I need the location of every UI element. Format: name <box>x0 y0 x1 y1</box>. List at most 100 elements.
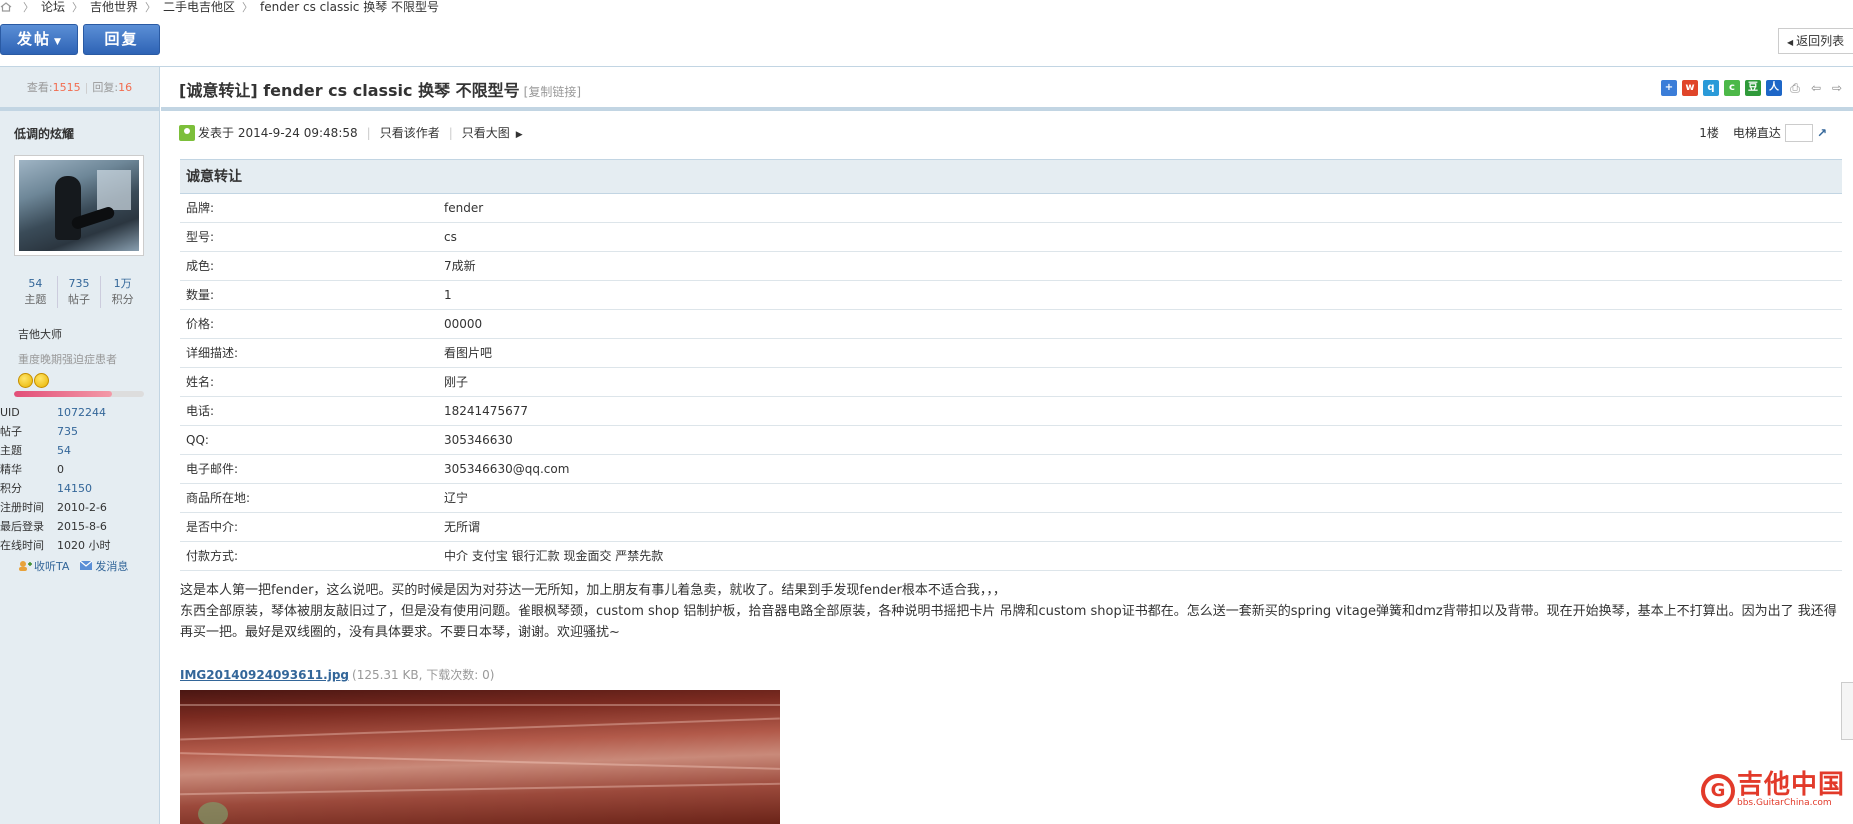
info-key: UID <box>0 406 20 419</box>
author-actions: 收听TA 发消息 <box>0 555 159 574</box>
trade-row: 付款方式: 中介 支付宝 银行汇款 现金面交 严禁先款 <box>180 542 1842 571</box>
back-to-list-label: 返回列表 <box>1796 34 1845 48</box>
trade-value: 00000 <box>444 317 483 331</box>
trade-value: 305346630 <box>444 433 513 447</box>
trade-row: 详细描述: 看图片吧 <box>180 339 1842 368</box>
share-weibo-icon[interactable]: w <box>1682 80 1698 96</box>
home-icon[interactable] <box>0 2 12 12</box>
watermark-url: bbs.GuitarChina.com <box>1736 798 1832 808</box>
trade-key: 数量: <box>186 288 215 302</box>
new-post-button[interactable]: 发帖 ▼ <box>0 24 78 55</box>
credit-progress-fill <box>14 391 112 397</box>
print-icon[interactable]: ⎙ <box>1787 80 1803 96</box>
avatar-window <box>97 170 131 210</box>
trade-key: 付款方式: <box>186 549 239 563</box>
info-value: 1020 小时 <box>57 539 111 552</box>
message-paragraph: 东西全部原装，琴体被朋友敲旧过了，但是没有使用问题。雀眼枫琴颈，custom s… <box>180 604 1837 640</box>
trade-row: 成色: 7成新 <box>180 252 1842 281</box>
floor-number[interactable]: 1楼 <box>1699 126 1719 140</box>
trade-value: 中介 支付宝 银行汇款 现金面交 严禁先款 <box>444 549 664 563</box>
info-value[interactable]: 54 <box>57 441 71 460</box>
trade-row: 数量: 1 <box>180 281 1842 310</box>
next-thread-icon[interactable]: ⇨ <box>1829 80 1845 96</box>
send-message-button[interactable]: 发消息 <box>95 560 128 573</box>
trade-value: 看图片吧 <box>444 346 493 360</box>
breadcrumb-used-electric[interactable]: 二手电吉他区 <box>163 0 235 14</box>
only-author-link[interactable]: 只看该作者 <box>380 126 440 140</box>
info-value: 2010-2-6 <box>57 501 107 514</box>
trade-key: 商品所在地: <box>186 491 251 505</box>
counter-value: 735 <box>68 277 90 290</box>
trade-value: 刚子 <box>444 375 469 389</box>
info-value[interactable]: 1072244 <box>57 403 106 422</box>
info-key: 帖子 <box>0 425 22 438</box>
separator: | <box>448 126 453 140</box>
user-custom-title: 重度晚期强迫症患者 <box>18 353 117 366</box>
triangle-right-icon: ▶ <box>515 130 523 140</box>
triangle-left-icon: ◀ <box>1787 38 1794 47</box>
share-wechat-icon[interactable]: c <box>1724 80 1740 96</box>
views-label: 查看: <box>26 81 53 94</box>
info-value[interactable]: 14150 <box>57 479 92 498</box>
info-value: 0 <box>57 463 64 476</box>
smiley-icon <box>34 373 49 388</box>
chevron-right-icon: 〉 <box>72 1 84 14</box>
floor-jump-input[interactable] <box>1784 124 1813 142</box>
attachment-filename-link[interactable]: IMG20140924093611.jpg <box>180 668 349 682</box>
info-value: 2015-8-6 <box>57 520 107 533</box>
previous-thread-icon[interactable]: ⇦ <box>1808 80 1824 96</box>
image-texture <box>180 782 780 796</box>
counter-posts[interactable]: 735 帖子 <box>58 276 102 308</box>
share-douban-icon[interactable]: 豆 <box>1745 80 1761 96</box>
counter-threads[interactable]: 54 主题 <box>14 276 58 308</box>
trade-key: 电子邮件: <box>186 462 239 476</box>
thread-title-bar: [诚意转让] fender cs classic 换琴 不限型号 [复制链接] +… <box>161 67 1853 111</box>
trade-row: 电话: 18241475677 <box>180 397 1842 426</box>
chevron-right-icon: 〉 <box>242 1 254 14</box>
big-image-link[interactable]: 只看大图 <box>462 126 510 140</box>
trade-value: 无所谓 <box>444 520 481 534</box>
breadcrumb-forum[interactable]: 论坛 <box>41 0 65 14</box>
back-to-list-button[interactable]: ◀ 返回列表 <box>1778 28 1853 54</box>
trade-value: 1 <box>444 288 452 302</box>
share-renren-icon[interactable]: 人 <box>1766 80 1782 96</box>
site-watermark: G 吉他中国 bbs.GuitarChina.com <box>1700 772 1845 809</box>
info-key: 最后登录 <box>0 520 44 533</box>
trade-key: 成色: <box>186 259 215 273</box>
trade-key: 姓名: <box>186 375 215 389</box>
trade-value: fender <box>444 201 484 215</box>
post-timestamp: 发表于 2014-9-24 09:48:58 <box>198 126 358 140</box>
counter-value: 1万 <box>113 277 132 290</box>
reply-label: 回复 <box>104 30 139 48</box>
info-value[interactable]: 735 <box>57 422 78 441</box>
chevron-right-icon: 〉 <box>145 1 157 14</box>
copy-link-button[interactable]: [复制链接] <box>524 85 581 99</box>
attachment-image[interactable] <box>180 690 780 824</box>
separator: | <box>84 81 89 94</box>
counter-label: 主题 <box>24 293 47 306</box>
watermark-text: 吉他中国 bbs.GuitarChina.com <box>1737 772 1845 809</box>
breadcrumb-guitar-world[interactable]: 吉他世界 <box>90 0 138 14</box>
info-row-credits: 积分 14150 <box>0 479 159 498</box>
trade-value: cs <box>444 230 457 244</box>
share-qzone-icon[interactable]: q <box>1703 80 1719 96</box>
trade-value: 18241475677 <box>444 404 528 418</box>
counter-credits[interactable]: 1万 积分 <box>101 276 144 308</box>
trade-value: 辽宁 <box>444 491 469 505</box>
views-count: 1515 <box>52 81 81 94</box>
side-scroll-tab[interactable] <box>1841 682 1853 740</box>
share-plus-icon[interactable]: + <box>1661 80 1677 96</box>
follow-button[interactable]: 收听TA <box>34 560 69 573</box>
reply-button[interactable]: 回复 <box>83 24 160 55</box>
trade-row: QQ: 305346630 <box>180 426 1842 455</box>
avatar-frame[interactable] <box>14 155 144 256</box>
author-name[interactable]: 低调的炫耀 <box>0 111 159 155</box>
info-row-regdate: 注册时间 2010-2-6 <box>0 498 159 517</box>
avatar[interactable] <box>19 160 139 251</box>
chevron-right-icon: 〉 <box>23 1 34 14</box>
info-key: 注册时间 <box>0 501 44 514</box>
jump-arrow-icon[interactable]: ↗ <box>1817 124 1827 142</box>
elevator-label: 电梯直达 <box>1732 126 1781 140</box>
counter-label: 帖子 <box>68 293 90 306</box>
info-key: 精华 <box>0 463 22 476</box>
